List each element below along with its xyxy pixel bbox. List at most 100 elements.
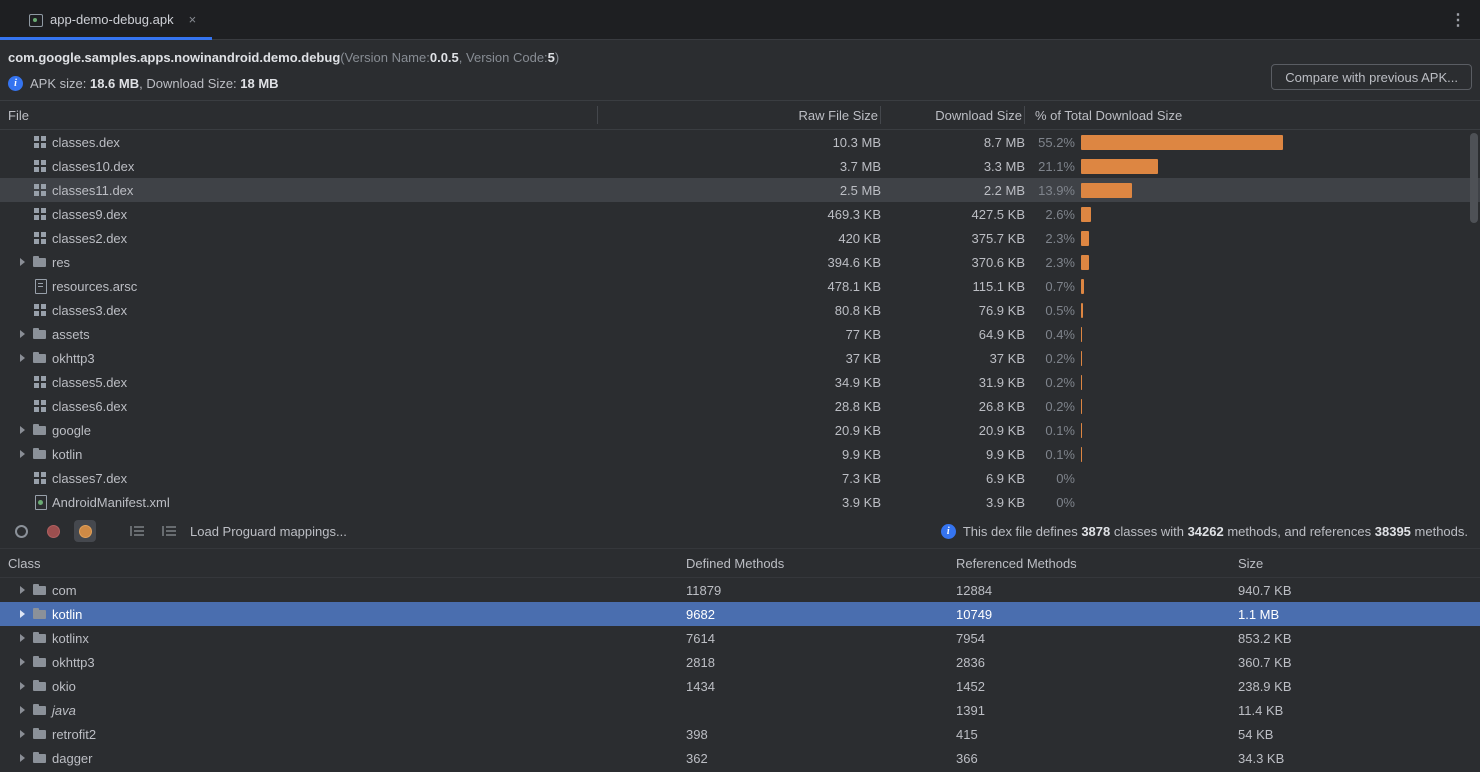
file-row[interactable]: classes7.dex7.3 KB6.9 KB0% <box>0 466 1480 490</box>
chevron-right-icon[interactable] <box>20 706 25 714</box>
class-row[interactable]: okio14341452238.9 KB <box>0 674 1480 698</box>
raw-file-size: 3.9 KB <box>598 495 881 510</box>
download-size-bar <box>1081 423 1082 438</box>
column-header-defined-methods[interactable]: Defined Methods <box>686 556 956 571</box>
show-methods-button[interactable] <box>42 520 64 542</box>
chevron-right-icon[interactable] <box>20 330 25 338</box>
show-references-button[interactable] <box>74 520 96 542</box>
file-name: classes6.dex <box>52 399 127 414</box>
raw-file-size: 394.6 KB <box>598 255 881 270</box>
class-row[interactable]: kotlinx76147954853.2 KB <box>0 626 1480 650</box>
scrollbar-thumb[interactable] <box>1470 133 1478 223</box>
percent-of-total: 0% <box>1025 495 1075 510</box>
download-size-bar <box>1081 375 1082 390</box>
raw-file-size: 77 KB <box>598 327 881 342</box>
chevron-right-icon[interactable] <box>20 450 25 458</box>
class-row[interactable]: com1187912884940.7 KB <box>0 578 1480 602</box>
tab-apk-analyzer[interactable]: app-demo-debug.apk × <box>0 0 212 39</box>
folder-icon <box>32 446 48 462</box>
column-header-file[interactable]: File <box>0 106 598 124</box>
class-rows: com1187912884940.7 KBkotlin9682107491.1 … <box>0 578 1480 770</box>
referenced-methods-count: 1452 <box>956 679 1238 694</box>
percent-of-total: 0.7% <box>1025 279 1075 294</box>
referenced-methods-count: 12884 <box>956 583 1238 598</box>
chevron-right-icon[interactable] <box>20 586 25 594</box>
chevron-right-icon[interactable] <box>20 354 25 362</box>
column-header-download-size[interactable]: Download Size <box>881 106 1025 124</box>
defined-methods-count: 398 <box>686 727 956 742</box>
file-name: classes2.dex <box>52 231 127 246</box>
load-proguard-mappings-link[interactable]: Load Proguard mappings... <box>190 524 347 539</box>
raw-file-size: 34.9 KB <box>598 375 881 390</box>
file-row[interactable]: classes5.dex34.9 KB31.9 KB0.2% <box>0 370 1480 394</box>
folder-icon <box>32 422 48 438</box>
column-header-raw-size[interactable]: Raw File Size <box>598 106 881 124</box>
raw-file-size: 28.8 KB <box>598 399 881 414</box>
show-fields-button[interactable] <box>10 520 32 542</box>
file-name: res <box>52 255 70 270</box>
dex-file-icon <box>32 302 48 318</box>
dex-file-icon <box>32 230 48 246</box>
collapse-all-button[interactable] <box>158 520 180 542</box>
percent-of-total: 13.9% <box>1025 183 1075 198</box>
file-row[interactable]: google20.9 KB20.9 KB0.1% <box>0 418 1480 442</box>
class-table: Class Defined Methods Referenced Methods… <box>0 548 1480 770</box>
download-size: 76.9 KB <box>881 303 1025 318</box>
file-row[interactable]: classes6.dex28.8 KB26.8 KB0.2% <box>0 394 1480 418</box>
column-header-referenced-methods[interactable]: Referenced Methods <box>956 556 1238 571</box>
download-size-bar <box>1081 231 1089 246</box>
chevron-right-icon[interactable] <box>20 426 25 434</box>
file-row[interactable]: AndroidManifest.xml3.9 KB3.9 KB0% <box>0 490 1480 514</box>
file-row[interactable]: classes10.dex3.7 MB3.3 MB21.1% <box>0 154 1480 178</box>
percent-of-total: 2.3% <box>1025 231 1075 246</box>
download-size: 3.3 MB <box>881 159 1025 174</box>
column-header-size[interactable]: Size <box>1238 556 1480 571</box>
class-row[interactable]: kotlin9682107491.1 MB <box>0 602 1480 626</box>
kebab-menu-icon[interactable]: ⋮ <box>1436 0 1480 39</box>
class-row[interactable]: java139111.4 KB <box>0 698 1480 722</box>
class-name: java <box>52 703 76 718</box>
close-icon[interactable]: × <box>187 12 199 27</box>
file-row[interactable]: res394.6 KB370.6 KB2.3% <box>0 250 1480 274</box>
download-size-bar <box>1081 159 1158 174</box>
package-line: com.google.samples.apps.nowinandroid.dem… <box>8 44 1472 70</box>
dex-file-icon <box>32 398 48 414</box>
class-row[interactable]: okhttp328182836360.7 KB <box>0 650 1480 674</box>
class-row[interactable]: dagger36236634.3 KB <box>0 746 1480 770</box>
info-icon: i <box>941 524 956 539</box>
file-row[interactable]: classes9.dex469.3 KB427.5 KB2.6% <box>0 202 1480 226</box>
folder-icon <box>32 254 48 270</box>
file-row[interactable]: classes3.dex80.8 KB76.9 KB0.5% <box>0 298 1480 322</box>
file-row[interactable]: classes2.dex420 KB375.7 KB2.3% <box>0 226 1480 250</box>
file-name: assets <box>52 327 90 342</box>
file-name: okhttp3 <box>52 351 95 366</box>
file-row[interactable]: assets77 KB64.9 KB0.4% <box>0 322 1480 346</box>
package-folder-icon <box>32 630 48 646</box>
chevron-right-icon[interactable] <box>20 730 25 738</box>
chevron-right-icon[interactable] <box>20 258 25 266</box>
chevron-right-icon[interactable] <box>20 634 25 642</box>
class-row[interactable]: retrofit239841554 KB <box>0 722 1480 746</box>
column-header-percent[interactable]: % of Total Download Size <box>1025 106 1480 124</box>
dex-file-icon <box>32 206 48 222</box>
file-row[interactable]: classes.dex10.3 MB8.7 MB55.2% <box>0 130 1480 154</box>
compare-apk-button[interactable]: Compare with previous APK... <box>1271 64 1472 90</box>
referenced-methods-count: 7954 <box>956 631 1238 646</box>
column-header-class[interactable]: Class <box>0 556 686 571</box>
chevron-right-icon[interactable] <box>20 658 25 666</box>
file-row[interactable]: kotlin9.9 KB9.9 KB0.1% <box>0 442 1480 466</box>
file-row[interactable]: okhttp337 KB37 KB0.2% <box>0 346 1480 370</box>
download-size: 3.9 KB <box>881 495 1025 510</box>
chevron-right-icon[interactable] <box>20 682 25 690</box>
download-size-bar <box>1081 399 1082 414</box>
download-size: 115.1 KB <box>881 279 1025 294</box>
file-row[interactable]: classes11.dex2.5 MB2.2 MB13.9% <box>0 178 1480 202</box>
download-size: 26.8 KB <box>881 399 1025 414</box>
chevron-right-icon[interactable] <box>20 754 25 762</box>
chevron-right-icon[interactable] <box>20 610 25 618</box>
vertical-scrollbar[interactable] <box>1468 131 1479 513</box>
expand-all-button[interactable] <box>126 520 148 542</box>
class-size: 34.3 KB <box>1238 751 1480 766</box>
percent-of-total: 0.1% <box>1025 423 1075 438</box>
file-row[interactable]: resources.arsc478.1 KB115.1 KB0.7% <box>0 274 1480 298</box>
